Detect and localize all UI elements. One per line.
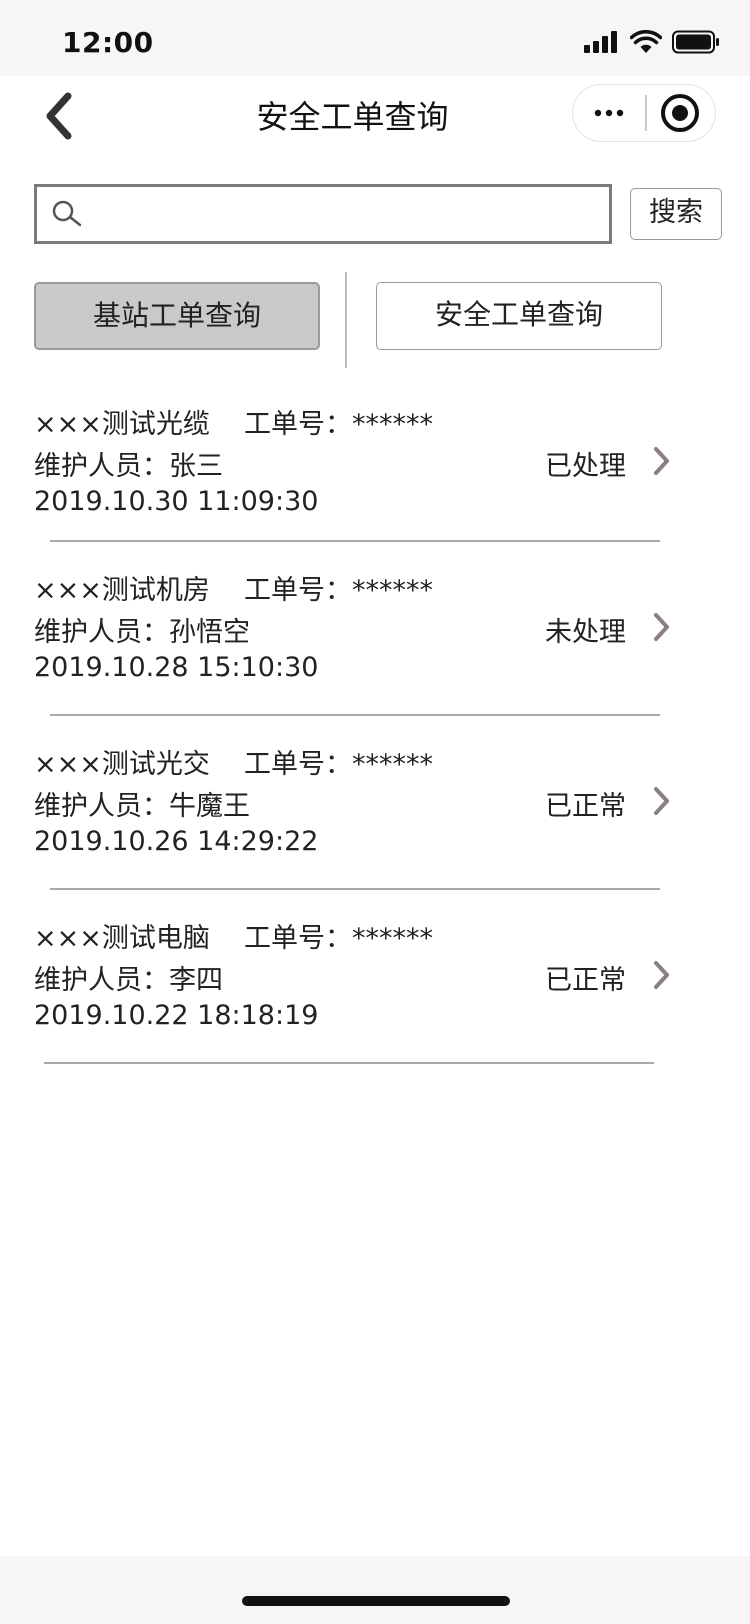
item-order-number: 工单号：****** xyxy=(244,568,433,607)
battery-icon xyxy=(672,30,719,54)
order-number: ****** xyxy=(352,749,433,780)
status-label: 已正常 xyxy=(545,965,626,996)
back-button[interactable] xyxy=(38,90,82,142)
staff-name: 张三 xyxy=(169,451,223,482)
close-button[interactable] xyxy=(646,85,714,141)
search-icon xyxy=(52,200,82,227)
staff-label: 维护人员： xyxy=(34,791,169,822)
item-staff: 维护人员：牛魔王 xyxy=(34,784,250,823)
target-close-icon xyxy=(661,94,699,132)
search-button[interactable]: 搜索 xyxy=(630,188,722,240)
signal-icon xyxy=(584,31,617,53)
list-divider xyxy=(50,540,660,542)
item-time: 2019.10.22 18:18:19 xyxy=(34,1000,319,1031)
list-divider xyxy=(44,1062,654,1064)
chevron-right-icon xyxy=(654,787,669,815)
order-number: ****** xyxy=(352,575,433,606)
mini-program-capsule xyxy=(572,84,716,142)
home-indicator[interactable] xyxy=(242,1596,510,1606)
staff-label: 维护人员： xyxy=(34,965,169,996)
staff-label: 维护人员： xyxy=(34,617,169,648)
order-label: 工单号： xyxy=(244,749,352,780)
item-order-number: 工单号：****** xyxy=(244,916,433,955)
staff-name: 孙悟空 xyxy=(169,617,250,648)
item-name: ×××测试光交 xyxy=(34,749,210,780)
order-label: 工单号： xyxy=(244,575,352,606)
item-name: ×××测试电脑 xyxy=(34,923,210,954)
list-item[interactable]: ×××测试机房 工单号：****** 维护人员：孙悟空 2019.10.28 1… xyxy=(0,568,750,698)
list-divider xyxy=(50,714,660,716)
item-time: 2019.10.30 11:09:30 xyxy=(34,486,319,517)
chevron-right-icon xyxy=(654,447,669,475)
item-name: ×××测试光缆 xyxy=(34,409,210,440)
search-input[interactable] xyxy=(93,187,607,243)
list-item[interactable]: ×××测试光交 工单号：****** 维护人员：牛魔王 2019.10.26 1… xyxy=(0,742,750,872)
item-time: 2019.10.28 15:10:30 xyxy=(34,652,319,683)
search-box xyxy=(34,184,612,244)
staff-name: 李四 xyxy=(169,965,223,996)
more-dots-icon xyxy=(594,109,624,117)
item-staff: 维护人员：李四 xyxy=(34,958,223,997)
status-time: 12:00 xyxy=(62,26,154,59)
list-item[interactable]: ×××测试电脑 工单号：****** 维护人员：李四 2019.10.22 18… xyxy=(0,916,750,1046)
status-label: 已处理 xyxy=(545,451,626,482)
chevron-right-icon xyxy=(654,613,669,641)
status-bar: 12:00 xyxy=(0,0,750,76)
chevron-left-icon xyxy=(46,92,72,140)
item-name: ×××测试机房 xyxy=(34,575,210,606)
tab-base-station-orders[interactable]: 基站工单查询 xyxy=(34,282,320,350)
list-divider xyxy=(50,888,660,890)
staff-name: 牛魔王 xyxy=(169,791,250,822)
staff-label: 维护人员： xyxy=(34,451,169,482)
order-number: ****** xyxy=(352,923,433,954)
item-staff: 维护人员：张三 xyxy=(34,444,223,483)
page-title: 安全工单查询 xyxy=(256,98,449,136)
wifi-icon xyxy=(630,30,662,53)
order-number: ****** xyxy=(352,409,433,440)
tab-safety-orders[interactable]: 安全工单查询 xyxy=(376,282,662,350)
home-indicator-area xyxy=(0,1556,750,1624)
nav-bar: 安全工单查询 xyxy=(0,76,750,158)
status-label: 已正常 xyxy=(545,791,626,822)
item-order-number: 工单号：****** xyxy=(244,402,433,441)
more-button[interactable] xyxy=(573,85,645,141)
tab-divider xyxy=(345,272,347,368)
item-time: 2019.10.26 14:29:22 xyxy=(34,826,319,857)
status-label: 未处理 xyxy=(545,617,626,648)
order-label: 工单号： xyxy=(244,409,352,440)
item-order-number: 工单号：****** xyxy=(244,742,433,781)
status-icons xyxy=(584,30,720,54)
order-label: 工单号： xyxy=(244,923,352,954)
chevron-right-icon xyxy=(654,961,669,989)
list-item[interactable]: ×××测试光缆 工单号：****** 维护人员：张三 2019.10.30 11… xyxy=(0,402,750,532)
item-staff: 维护人员：孙悟空 xyxy=(34,610,250,649)
